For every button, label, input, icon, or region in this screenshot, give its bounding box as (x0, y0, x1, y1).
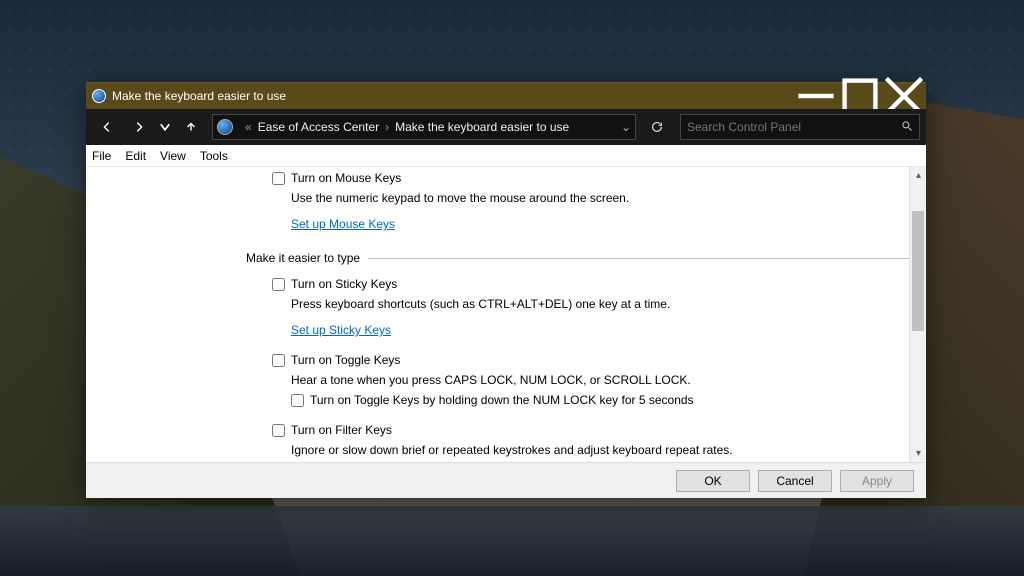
search-box[interactable] (680, 114, 920, 140)
mouse-keys-checkbox[interactable] (272, 172, 285, 185)
scrollbar-thumb[interactable] (912, 211, 924, 331)
recent-locations-dropdown[interactable] (156, 113, 174, 141)
toggle-keys-label: Turn on Toggle Keys (291, 353, 400, 367)
forward-button[interactable] (124, 113, 154, 141)
menu-bar: File Edit View Tools (86, 145, 926, 167)
control-panel-window: Make the keyboard easier to use « Ease o… (86, 82, 926, 498)
mouse-keys-description: Use the numeric keypad to move the mouse… (291, 191, 811, 205)
search-input[interactable] (687, 120, 901, 134)
setup-mouse-keys-link[interactable]: Set up Mouse Keys (291, 217, 395, 231)
address-dropdown-icon[interactable]: ⌄ (621, 120, 631, 134)
breadcrumb-ease-of-access[interactable]: Ease of Access Center (258, 120, 379, 134)
filter-keys-description: Ignore or slow down brief or repeated ke… (291, 443, 811, 457)
sticky-keys-label: Turn on Sticky Keys (291, 277, 397, 291)
refresh-button[interactable] (642, 114, 672, 140)
address-bar[interactable]: « Ease of Access Center › Make the keybo… (212, 114, 636, 140)
filter-keys-label: Turn on Filter Keys (291, 423, 392, 437)
ease-of-access-icon (92, 89, 106, 103)
minimize-button[interactable] (794, 83, 838, 109)
apply-button[interactable]: Apply (840, 470, 914, 492)
toggle-keys-numlock-checkbox[interactable] (291, 394, 304, 407)
chevrons-left-icon: « (245, 120, 252, 134)
breadcrumb-current[interactable]: Make the keyboard easier to use (395, 120, 569, 134)
sticky-keys-description: Press keyboard shortcuts (such as CTRL+A… (291, 297, 811, 311)
ok-button[interactable]: OK (676, 470, 750, 492)
search-icon[interactable] (901, 120, 913, 135)
maximize-button[interactable] (838, 83, 882, 109)
toggle-keys-checkbox[interactable] (272, 354, 285, 367)
scroll-up-icon[interactable]: ▴ (910, 167, 926, 184)
menu-edit[interactable]: Edit (125, 149, 146, 163)
group-make-easier-to-type: Make it easier to type (246, 251, 909, 265)
vertical-scrollbar[interactable]: ▴ ▾ (909, 167, 926, 462)
setup-sticky-keys-link[interactable]: Set up Sticky Keys (291, 323, 391, 337)
settings-panel: Turn on Mouse Keys Use the numeric keypa… (86, 167, 909, 462)
back-button[interactable] (92, 113, 122, 141)
toggle-keys-numlock-label: Turn on Toggle Keys by holding down the … (310, 393, 694, 407)
mouse-keys-label: Turn on Mouse Keys (291, 171, 401, 185)
toggle-keys-description: Hear a tone when you press CAPS LOCK, NU… (291, 373, 811, 387)
titlebar: Make the keyboard easier to use (86, 83, 926, 109)
close-button[interactable] (882, 83, 926, 109)
location-icon (217, 119, 233, 135)
window-title: Make the keyboard easier to use (112, 89, 286, 103)
menu-tools[interactable]: Tools (200, 149, 228, 163)
filter-keys-checkbox[interactable] (272, 424, 285, 437)
scroll-down-icon[interactable]: ▾ (910, 445, 926, 462)
menu-view[interactable]: View (160, 149, 186, 163)
up-button[interactable] (176, 113, 206, 141)
navigation-bar: « Ease of Access Center › Make the keybo… (86, 109, 926, 145)
content-area: Turn on Mouse Keys Use the numeric keypa… (86, 167, 926, 462)
chevron-right-icon: › (385, 120, 389, 134)
sticky-keys-checkbox[interactable] (272, 278, 285, 291)
menu-file[interactable]: File (92, 149, 111, 163)
cancel-button[interactable]: Cancel (758, 470, 832, 492)
dialog-button-bar: OK Cancel Apply (86, 462, 926, 498)
